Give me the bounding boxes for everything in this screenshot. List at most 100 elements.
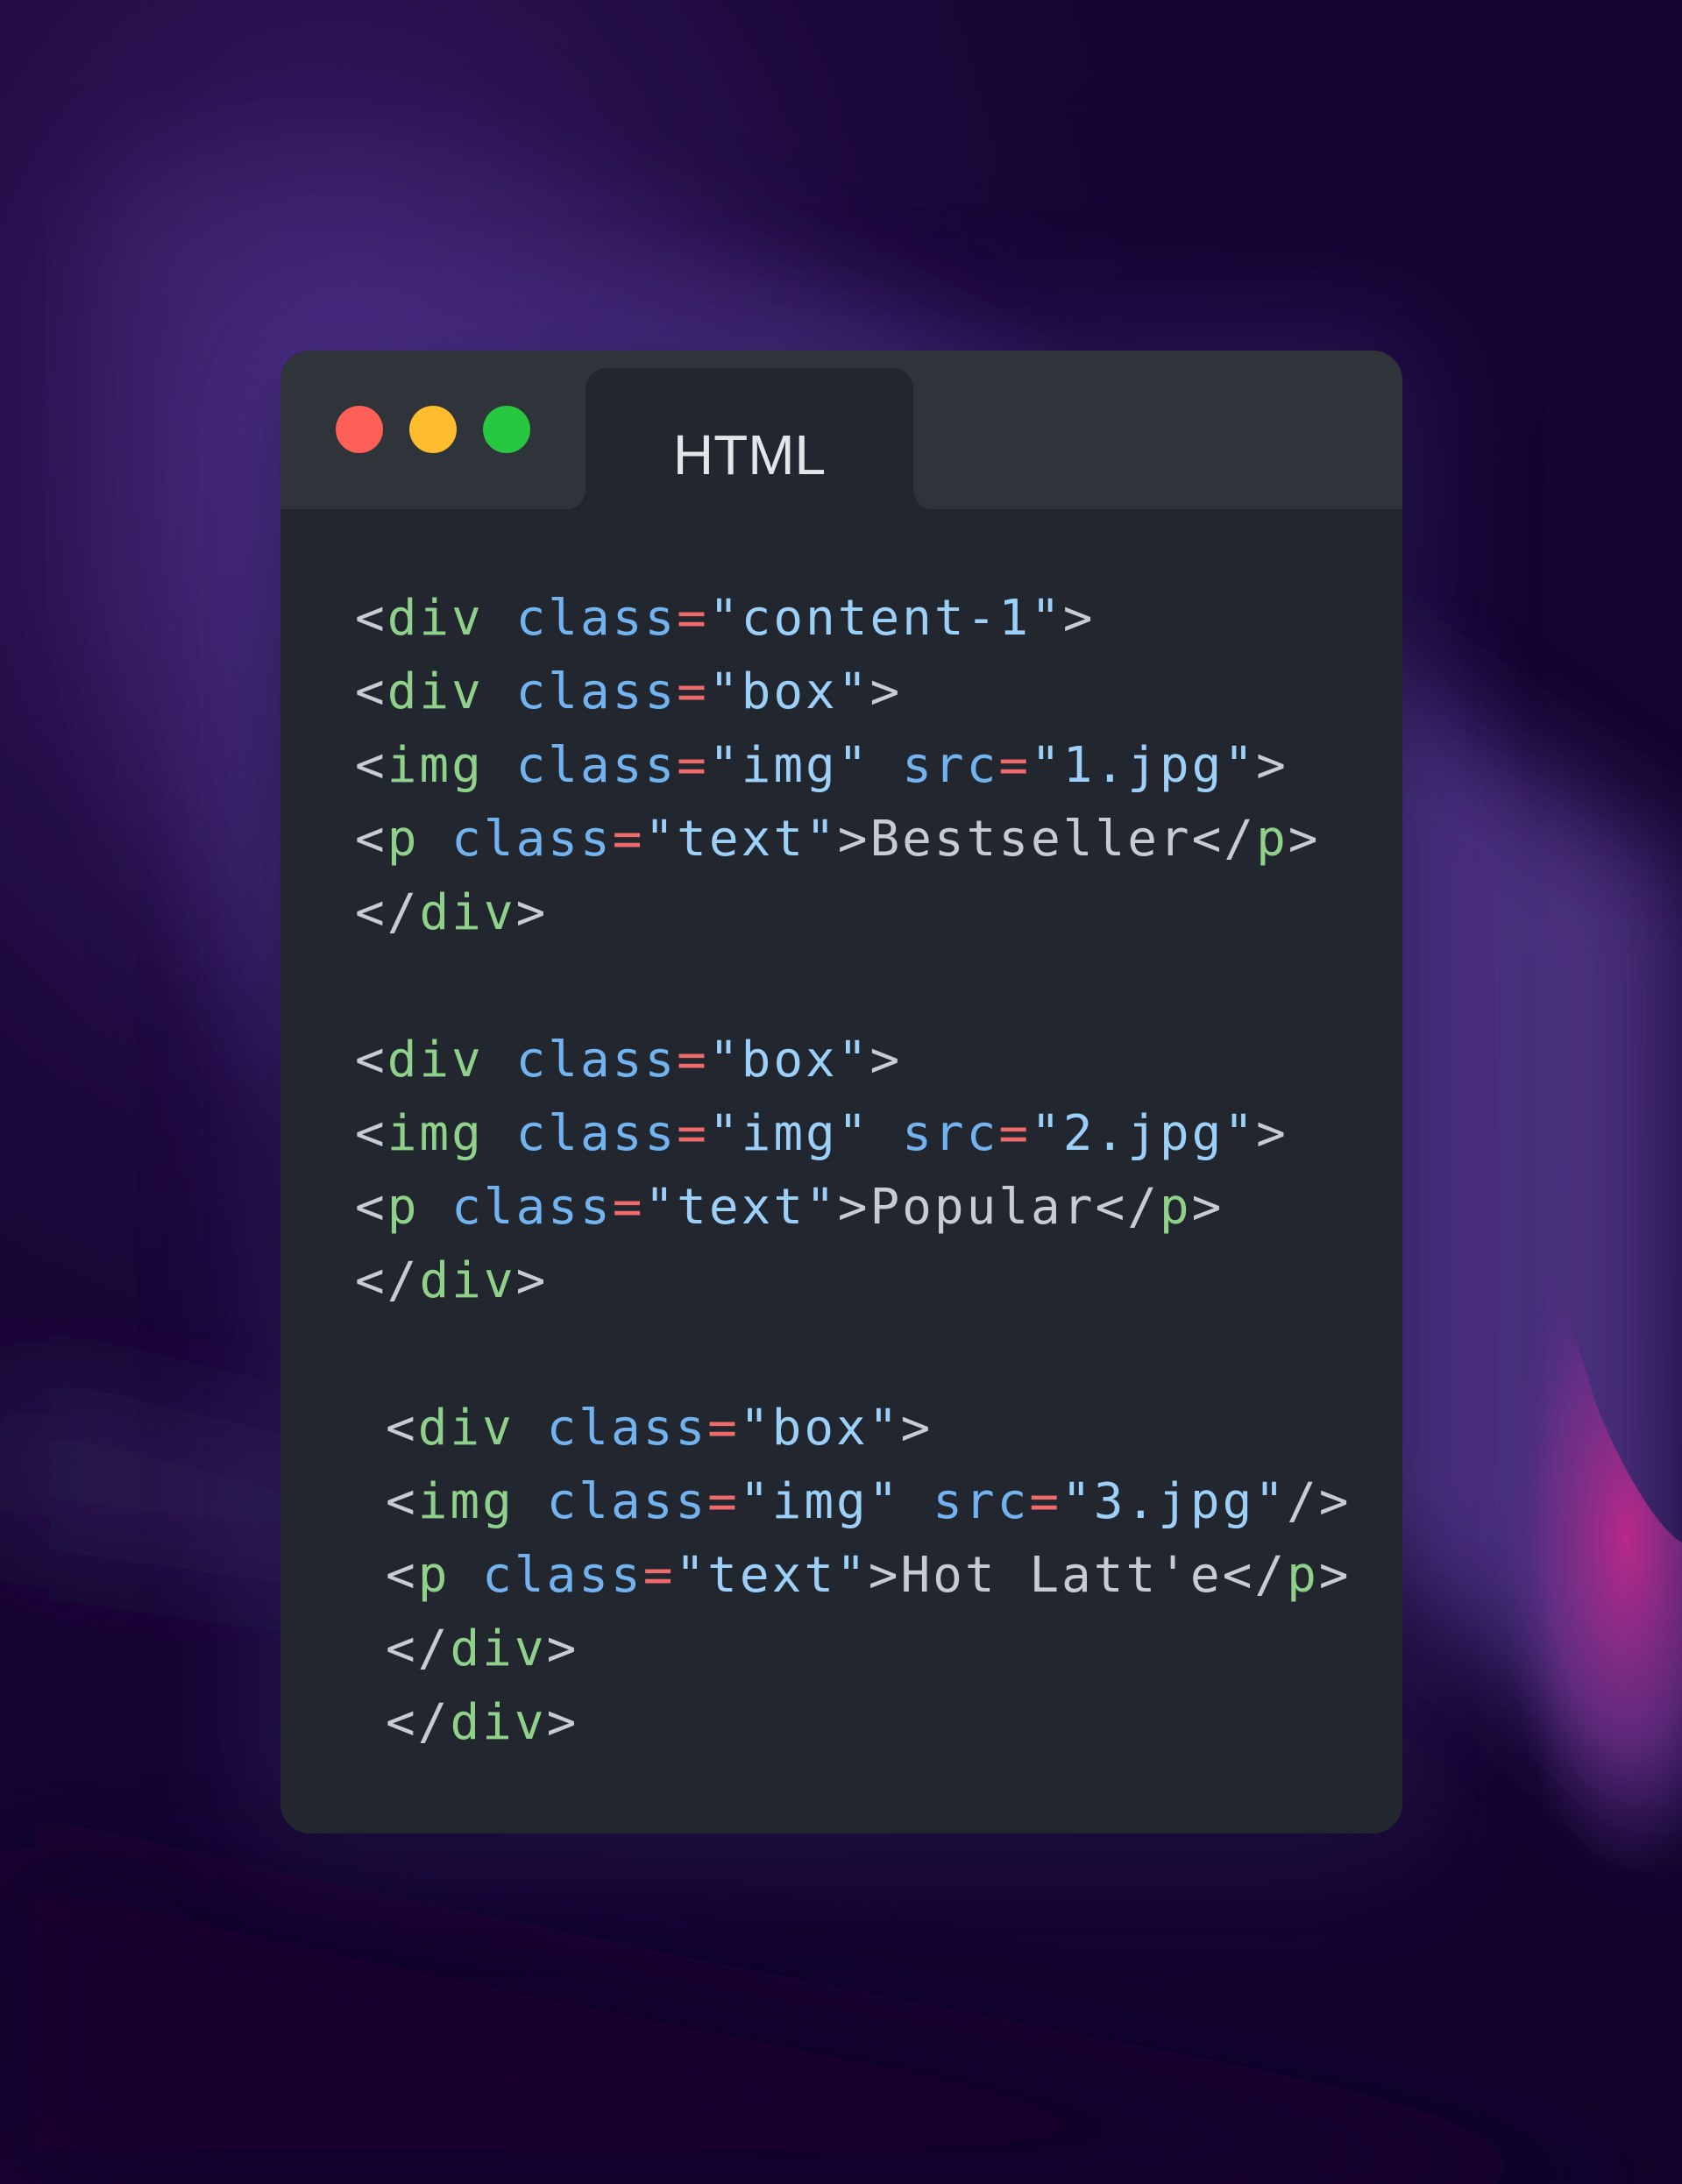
code-token: class xyxy=(546,1473,708,1530)
code-token: < xyxy=(386,1400,418,1457)
code-token: </ xyxy=(355,884,420,941)
code-token: = xyxy=(677,590,709,647)
window-titlebar: HTML xyxy=(280,351,1402,510)
code-token: = xyxy=(1029,1473,1062,1530)
code-token: class xyxy=(515,590,678,647)
code-token: "text" xyxy=(644,811,838,868)
code-token: class xyxy=(515,1105,678,1162)
code-token: div xyxy=(419,1252,516,1309)
code-token: = xyxy=(707,1473,740,1530)
code-token: = xyxy=(707,1400,740,1457)
code-token: src xyxy=(933,1473,1030,1530)
code-token: /> xyxy=(1287,1473,1352,1530)
code-token: < xyxy=(355,1032,387,1088)
code-token: Hot Latt'e xyxy=(900,1547,1223,1604)
code-token: > xyxy=(837,811,870,868)
code-token: </ xyxy=(1095,1179,1160,1236)
code-token: < xyxy=(355,663,387,720)
code-token: </ xyxy=(386,1620,451,1677)
code-line: </div> xyxy=(355,1244,548,1318)
code-token: src xyxy=(902,737,999,794)
code-line: </div> xyxy=(386,1613,578,1686)
maximize-window-button[interactable] xyxy=(483,406,530,453)
code-line: <div class="box"> xyxy=(355,656,902,729)
code-token: p xyxy=(1159,1179,1192,1236)
code-token: < xyxy=(355,590,387,647)
code-token: p xyxy=(1287,1547,1319,1604)
code-token: > xyxy=(1318,1547,1352,1604)
code-token: img xyxy=(387,737,484,794)
code-line: <div class="box"> xyxy=(355,1024,902,1097)
code-token: = xyxy=(677,737,709,794)
code-token: </ xyxy=(355,1252,420,1309)
code-token: "1.jpg" xyxy=(1031,737,1257,794)
code-line: <p class="text">Hot Latt'e</p> xyxy=(386,1539,1352,1613)
code-token: src xyxy=(902,1105,999,1162)
code-token: < xyxy=(386,1473,418,1530)
code-token: = xyxy=(612,1179,645,1236)
code-token: = xyxy=(612,811,645,868)
code-token: > xyxy=(868,1547,901,1604)
code-token: "box" xyxy=(708,663,870,720)
code-token: class xyxy=(515,737,678,794)
code-token: > xyxy=(1062,590,1096,647)
code-line: <img class="img" src="1.jpg"> xyxy=(355,729,1288,803)
code-line: </div> xyxy=(386,1686,578,1760)
code-line: <div class="content-1"> xyxy=(355,582,1095,656)
code-token: > xyxy=(869,663,903,720)
code-token: p xyxy=(387,1179,420,1236)
code-token: > xyxy=(900,1400,933,1457)
code-token: > xyxy=(1256,1105,1288,1162)
code-token: "3.jpg" xyxy=(1061,1473,1288,1530)
code-token: class xyxy=(515,1032,678,1088)
code-token: "box" xyxy=(739,1400,901,1457)
tab-html[interactable]: HTML xyxy=(586,368,913,510)
code-token: < xyxy=(355,1105,387,1162)
code-token: = xyxy=(998,1105,1032,1162)
code-token: < xyxy=(386,1547,418,1604)
code-token: "box" xyxy=(708,1032,870,1088)
code-token: div xyxy=(387,1032,484,1088)
code-token: Bestseller xyxy=(869,811,1192,868)
code-token: > xyxy=(869,1032,903,1088)
minimize-window-button[interactable] xyxy=(409,406,457,453)
close-window-button[interactable] xyxy=(336,406,383,453)
code-token: = xyxy=(998,737,1032,794)
code-token: </ xyxy=(1222,1547,1288,1604)
code-token: > xyxy=(515,1252,549,1309)
code-token: > xyxy=(1288,811,1321,868)
code-token: div xyxy=(387,663,484,720)
code-token: </ xyxy=(386,1694,451,1751)
code-token: = xyxy=(642,1547,676,1604)
code-line: <img class="img" src="2.jpg"> xyxy=(355,1097,1288,1171)
code-token: div xyxy=(387,590,484,647)
code-token: img xyxy=(387,1105,484,1162)
code-line: <div class="box"> xyxy=(386,1392,933,1465)
code-line: </div> xyxy=(355,876,548,950)
code-token: class xyxy=(546,1400,708,1457)
tab-label: HTML xyxy=(672,423,827,486)
code-token: </ xyxy=(1191,811,1257,868)
code-token: "text" xyxy=(644,1179,838,1236)
code-token: "content-1" xyxy=(708,590,1063,647)
code-token: > xyxy=(1256,737,1288,794)
code-token: "img" xyxy=(708,737,870,794)
code-line: <img class="img" src="3.jpg"/> xyxy=(386,1465,1352,1539)
code-token: class xyxy=(451,1179,613,1236)
code-token: p xyxy=(1256,811,1288,868)
code-window: HTML <div class="content-1"> <div class="… xyxy=(280,351,1402,1833)
code-token: = xyxy=(677,1105,709,1162)
code-line: <p class="text">Bestseller</p> xyxy=(355,803,1321,876)
code-line: <p class="text">Popular</p> xyxy=(355,1171,1224,1244)
code-token: class xyxy=(515,663,678,720)
